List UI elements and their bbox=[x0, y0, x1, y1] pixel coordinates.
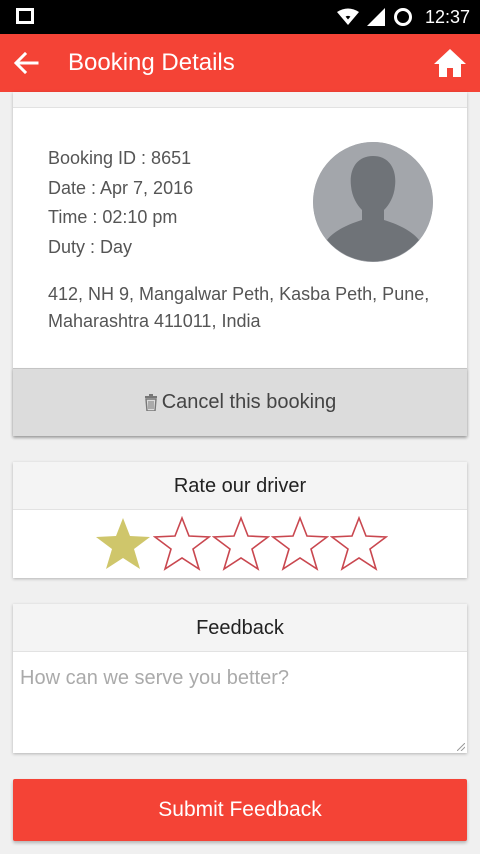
resize-grip-icon[interactable] bbox=[457, 743, 465, 751]
star-rating[interactable] bbox=[94, 516, 388, 572]
person-silhouette-icon bbox=[313, 142, 433, 262]
back-button[interactable] bbox=[6, 43, 46, 83]
status-bar: 12:37 bbox=[0, 0, 480, 34]
app-bar: Booking Details bbox=[0, 34, 480, 92]
page-title: Booking Details bbox=[68, 49, 235, 76]
booking-duty: Duty : Day bbox=[48, 236, 133, 257]
star-empty-icon[interactable] bbox=[153, 516, 211, 572]
feedback-card: Feedback bbox=[13, 604, 467, 753]
status-time: 12:37 bbox=[424, 6, 470, 27]
cancel-booking-label: Cancel this booking bbox=[161, 391, 337, 413]
home-icon bbox=[434, 49, 466, 77]
sync-icon bbox=[393, 8, 412, 26]
notification-square-icon bbox=[16, 8, 34, 24]
wifi-icon bbox=[336, 8, 359, 25]
address-line-2: Maharashtra 411011, India bbox=[48, 311, 261, 331]
card-top-strip bbox=[13, 92, 467, 108]
driver-avatar bbox=[313, 142, 433, 262]
feedback-input[interactable] bbox=[13, 653, 467, 753]
submit-feedback-button[interactable]: Submit Feedback bbox=[13, 779, 467, 841]
trash-icon bbox=[144, 394, 157, 411]
booking-time: Time : 02:10 pm bbox=[48, 207, 178, 227]
star-empty-icon[interactable] bbox=[330, 516, 388, 572]
submit-feedback-label: Submit Feedback bbox=[158, 798, 322, 821]
status-icons: 12:37 bbox=[336, 0, 470, 34]
rate-driver-header: Rate our driver bbox=[13, 462, 467, 510]
cell-signal-icon bbox=[366, 8, 385, 26]
booking-details: Booking ID : 8651 Date : Apr 7, 2016 Tim… bbox=[48, 144, 193, 262]
star-empty-icon[interactable] bbox=[271, 516, 329, 572]
feedback-header: Feedback bbox=[13, 604, 467, 652]
booking-id: Booking ID : 8651 bbox=[48, 148, 192, 168]
booking-card: Booking ID : 8651 Date : Apr 7, 2016 Tim… bbox=[13, 92, 467, 436]
star-empty-icon[interactable] bbox=[212, 516, 270, 572]
home-button[interactable] bbox=[430, 43, 470, 83]
arrow-left-icon bbox=[13, 52, 39, 74]
address-line-1: 412, NH 9, Mangalwar Peth, Kasba Peth, P… bbox=[48, 284, 430, 304]
booking-address: 412, NH 9, Mangalwar Peth, Kasba Peth, P… bbox=[48, 281, 448, 335]
cancel-booking-button[interactable]: Cancel this booking bbox=[13, 368, 467, 436]
star-filled-icon[interactable] bbox=[94, 516, 152, 572]
rate-driver-card: Rate our driver bbox=[13, 462, 467, 578]
booking-date: Date : Apr 7, 2016 bbox=[48, 177, 194, 198]
